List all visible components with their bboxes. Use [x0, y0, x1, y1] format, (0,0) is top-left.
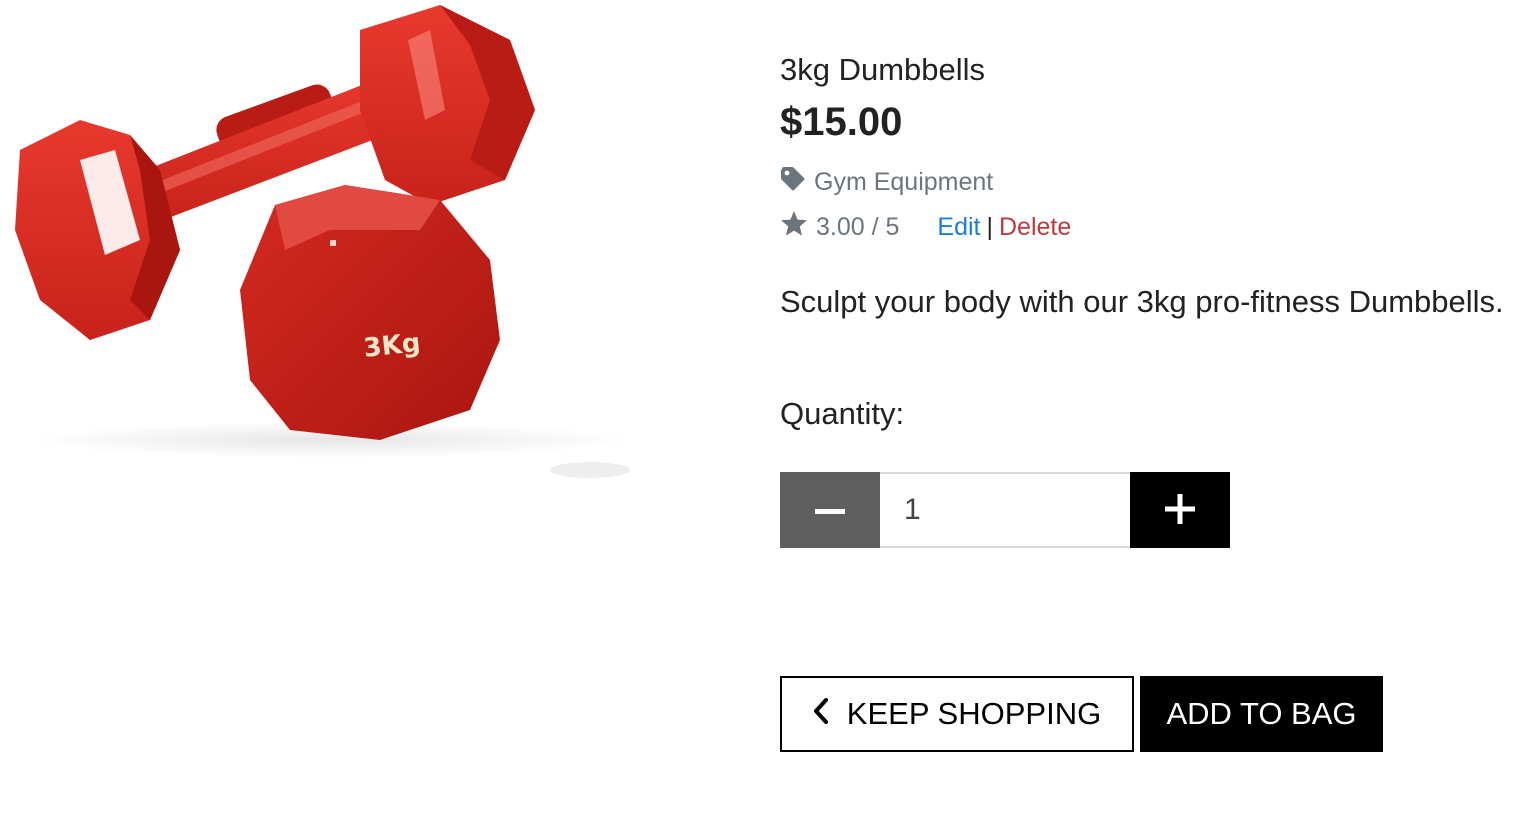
increment-button[interactable]	[1130, 472, 1230, 548]
star-icon	[780, 210, 808, 244]
product-title: 3kg Dumbbells	[780, 52, 986, 87]
keep-shopping-label: KEEP SHOPPING	[846, 696, 1102, 731]
minus-icon	[815, 503, 845, 518]
rating-row: 3.00 / 5 Edit | Delete	[780, 210, 1071, 244]
keep-shopping-button[interactable]: KEEP SHOPPING	[780, 676, 1134, 752]
product-detail-page: 3Kg 3kg Dumbbells $15.00 Gym Equipment 3…	[0, 0, 1526, 820]
product-description: Sculpt your body with our 3kg pro-fitnes…	[780, 284, 1504, 319]
edit-link[interactable]: Edit	[937, 213, 980, 242]
rating-value: 3.00 / 5	[816, 212, 900, 241]
decrement-button[interactable]	[780, 472, 880, 548]
product-actions: KEEP SHOPPING ADD TO BAG	[780, 676, 1383, 752]
category-label: Gym Equipment	[814, 168, 994, 196]
link-separator: |	[986, 212, 994, 241]
chevron-left-icon	[813, 696, 829, 732]
add-to-bag-button[interactable]: ADD TO BAG	[1140, 676, 1383, 752]
quantity-input[interactable]	[880, 472, 1130, 548]
add-to-bag-label: ADD TO BAG	[1166, 696, 1357, 731]
quantity-label: Quantity:	[780, 396, 905, 431]
product-category[interactable]: Gym Equipment	[780, 166, 993, 199]
quantity-stepper	[780, 472, 1230, 548]
plus-icon	[1165, 493, 1195, 527]
delete-link[interactable]: Delete	[999, 213, 1071, 242]
dumbbell-weight-label: 3Kg	[362, 328, 422, 364]
dumbbells-image: 3Kg	[0, 0, 720, 481]
tag-icon	[780, 166, 806, 199]
product-price: $15.00	[780, 100, 903, 144]
product-image: 3Kg	[0, 0, 720, 481]
